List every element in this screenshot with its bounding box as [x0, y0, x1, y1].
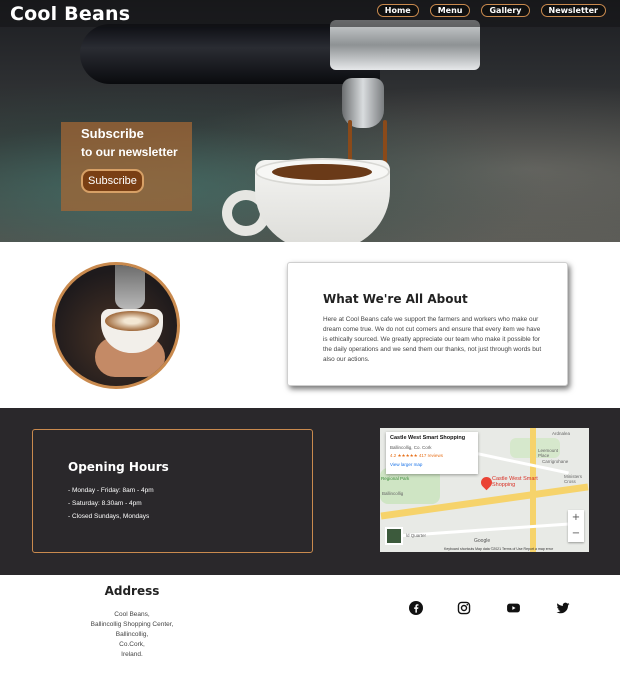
map-rating[interactable]: 4.2 ★★★★★ 417 reviews	[390, 453, 443, 459]
map-place-label: ld Quarter	[406, 533, 427, 538]
map-road	[400, 521, 580, 538]
zoom-out-button[interactable]: −	[568, 526, 584, 542]
map-info-card: Castle West Smart Shopping Ballincollig,…	[386, 432, 478, 474]
twitter-icon[interactable]	[556, 601, 570, 615]
map-place-label: Regional Park	[381, 476, 410, 481]
address-line: Ballincollig,	[115, 631, 149, 638]
about-text: Here at Cool Beans cafe we support the f…	[323, 316, 542, 363]
address-line: Ireland.	[121, 651, 143, 658]
milk-jug-image	[115, 265, 145, 309]
map-road	[530, 428, 536, 552]
address-title: Address	[104, 584, 160, 598]
hero-banner: Cool Beans Home Menu Gallery Newsletter …	[0, 0, 620, 242]
address-line: Co.Cork,	[119, 641, 145, 648]
view-larger-map-link[interactable]: View larger map	[390, 462, 422, 467]
nav-gallery-button[interactable]: Gallery	[481, 4, 530, 17]
subscribe-button[interactable]: Subscribe	[81, 169, 144, 193]
map-place-label: Leemount Place	[538, 448, 559, 458]
hours-item: - Monday - Friday: 8am - 4pm	[68, 487, 154, 494]
facebook-icon[interactable]	[409, 601, 423, 615]
opening-hours-list: - Monday - Friday: 8am - 4pm - Saturday:…	[68, 484, 154, 523]
zoom-in-button[interactable]: +	[568, 510, 584, 526]
top-navbar: Cool Beans Home Menu Gallery Newsletter	[0, 0, 620, 27]
brand-logo[interactable]: Cool Beans	[10, 3, 130, 25]
map-place-name: Castle West Smart Shopping	[390, 435, 466, 441]
map-place-label: Carrigrohane	[542, 459, 569, 464]
hours-section: Opening Hours - Monday - Friday: 8am - 4…	[0, 408, 620, 575]
page-footer: Address Cool Beans, Ballincollig Shoppin…	[0, 575, 620, 691]
nav-home-button[interactable]: Home	[376, 4, 419, 17]
cup-coffee-image	[272, 164, 372, 180]
address-line: Cool Beans,	[114, 611, 150, 618]
map-place-label: Ballincollig	[382, 491, 404, 496]
map-zoom-controls: + −	[568, 510, 584, 542]
espresso-group-head-image	[330, 20, 480, 70]
opening-hours-title: Opening Hours	[68, 460, 169, 474]
opening-hours-card: Opening Hours - Monday - Friday: 8am - 4…	[32, 429, 313, 553]
address-line: Ballincollig Shopping Center,	[90, 621, 174, 628]
about-card: What We're All About Here at Cool Beans …	[287, 262, 568, 386]
map-footer-links[interactable]: Keyboard shortcuts Map data ©2021 Terms …	[444, 547, 553, 551]
instagram-icon[interactable]	[457, 601, 471, 615]
map-place-address: Ballincollig, Co. Cork	[390, 445, 432, 450]
hours-item: - Saturday: 8.30am - 4pm	[68, 500, 142, 507]
map-pin-label: Castle West Smart Shopping	[492, 476, 538, 488]
embedded-map[interactable]: Ardnalea Leemount Place Carrigrohane Min…	[380, 428, 589, 552]
hours-item: - Closed Sundays, Mondays	[68, 513, 150, 520]
youtube-icon[interactable]	[506, 601, 521, 615]
nav-menu-button[interactable]: Menu	[429, 4, 471, 17]
about-section: What We're All About Here at Cool Beans …	[0, 242, 620, 408]
map-place-label: Ministers Cross	[564, 474, 583, 484]
map-place-label: Ardnalea	[552, 431, 571, 436]
subscribe-title: Subscribe	[81, 126, 144, 141]
google-logo: Google	[474, 538, 491, 544]
latte-art-image	[52, 262, 180, 389]
satellite-toggle-button[interactable]	[385, 527, 403, 545]
address-block: Cool Beans, Ballincollig Shopping Center…	[70, 610, 194, 660]
subscribe-panel: Subscribe to our newsletter Subscribe	[61, 122, 192, 211]
main-nav: Home Menu Gallery Newsletter	[376, 4, 606, 17]
about-title: What We're All About	[323, 292, 468, 306]
nav-newsletter-button[interactable]: Newsletter	[540, 4, 606, 17]
latte-foam-image	[105, 311, 159, 331]
subscribe-subtitle: to our newsletter	[81, 145, 178, 159]
